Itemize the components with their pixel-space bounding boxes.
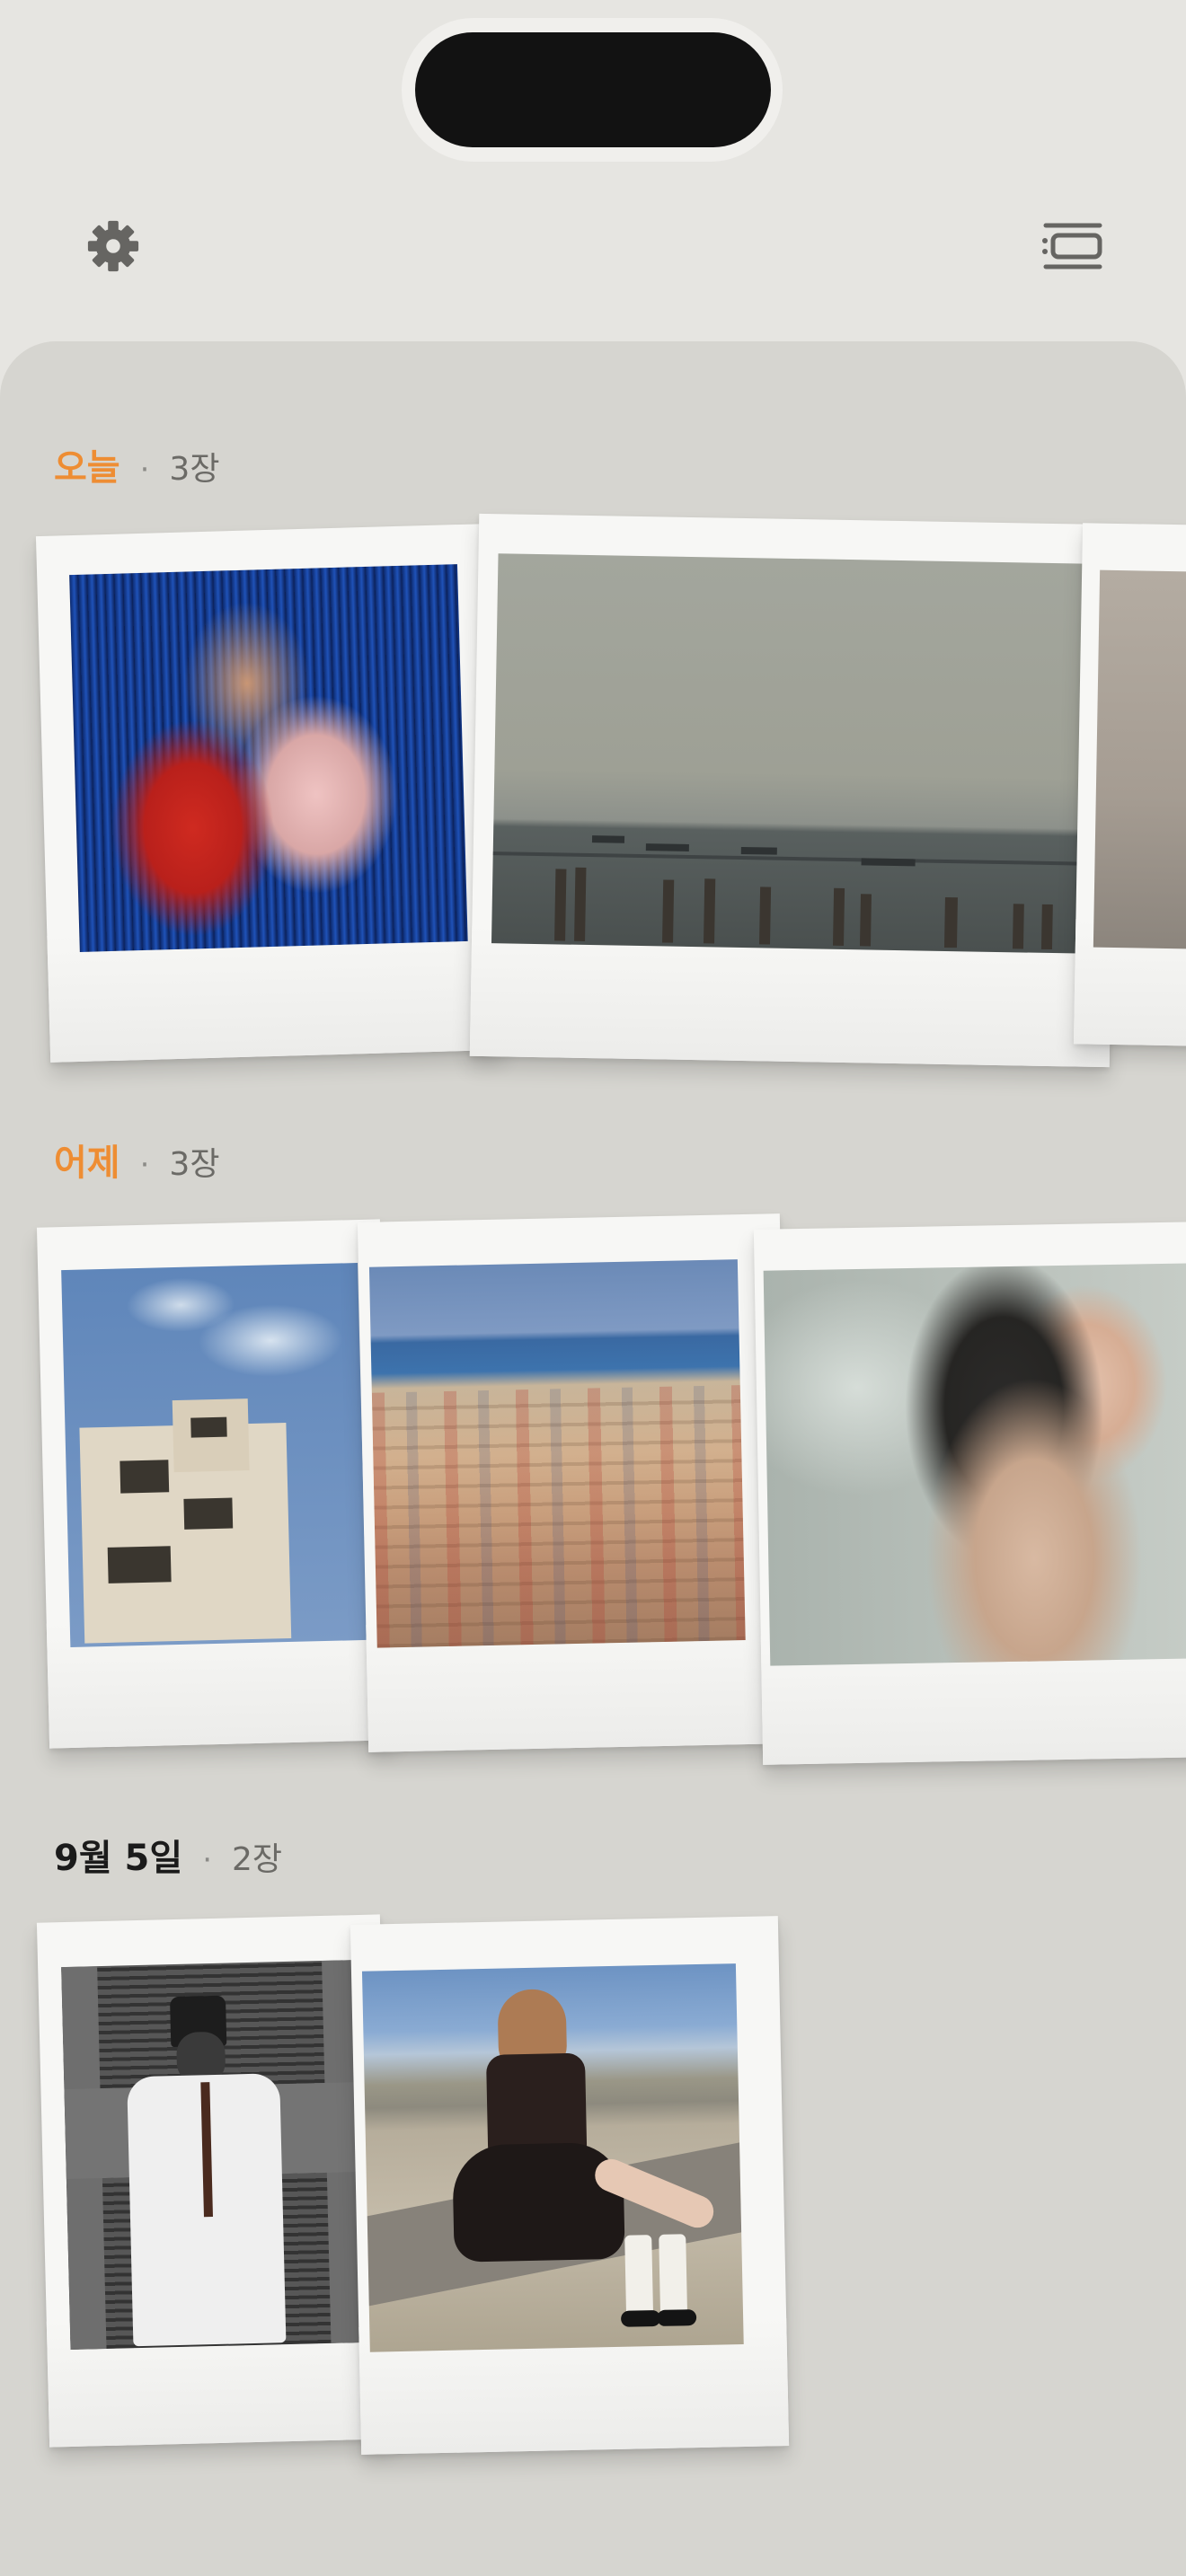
photo-image: [763, 1262, 1186, 1666]
photo-image: [1093, 569, 1186, 950]
polaroid-card[interactable]: [1073, 523, 1186, 1047]
section-separator: ·: [139, 452, 150, 488]
polaroid-card[interactable]: [35, 524, 504, 1063]
section-separator: ·: [202, 1842, 213, 1878]
section-header-today: 오늘 · 3장: [54, 438, 219, 492]
section-title: 9월 5일: [54, 1838, 183, 1879]
polaroid-card[interactable]: [469, 513, 1120, 1068]
photo-image: [61, 1263, 367, 1647]
photo-image: [361, 1963, 744, 2352]
section-title: 오늘: [54, 447, 120, 489]
polaroid-card[interactable]: [350, 1916, 790, 2455]
photo-image: [491, 553, 1099, 954]
settings-button[interactable]: [70, 203, 156, 289]
polaroid-card[interactable]: [36, 1914, 394, 2448]
section-count: 3장: [169, 1146, 220, 1183]
photo-image: [69, 564, 468, 952]
gear-icon: [87, 220, 139, 272]
list-view-button[interactable]: [1030, 203, 1116, 289]
section-separator: ·: [139, 1147, 150, 1183]
section-header-sep-5: 9월 5일 · 2장: [54, 1829, 282, 1883]
section-count: 3장: [169, 451, 220, 488]
photo-image: [61, 1960, 367, 2350]
photo-image: [368, 1259, 746, 1648]
section-title: 어제: [54, 1142, 120, 1184]
section-header-yesterday: 어제 · 3장: [54, 1134, 219, 1187]
list-view-icon: [1042, 223, 1102, 269]
polaroid-card[interactable]: [753, 1221, 1186, 1765]
section-count: 2장: [232, 1841, 283, 1878]
polaroid-card[interactable]: [36, 1219, 394, 1749]
camera-cutout: [415, 32, 771, 147]
polaroid-card[interactable]: [357, 1213, 792, 1752]
